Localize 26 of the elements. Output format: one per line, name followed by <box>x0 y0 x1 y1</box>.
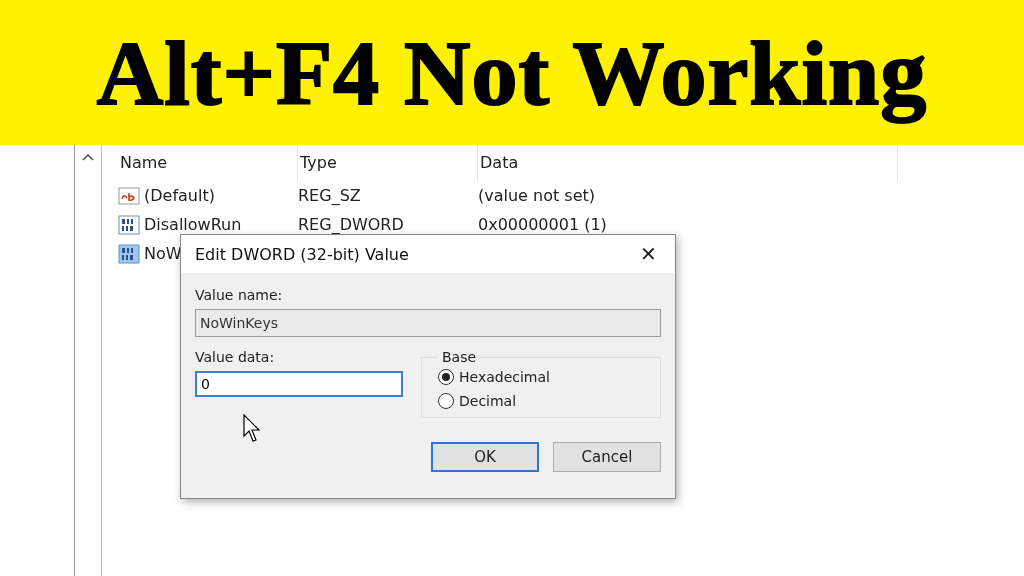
banner-title: Alt+F4 Not Working <box>96 20 928 126</box>
close-button[interactable]: ✕ <box>636 242 661 266</box>
value-name: DisallowRun <box>144 215 242 234</box>
radio-icon[interactable] <box>438 369 454 385</box>
column-header[interactable]: Data <box>478 145 898 181</box>
value-name: (Default) <box>144 186 215 205</box>
value-data: (value not set) <box>478 186 596 205</box>
value-type: REG_DWORD <box>298 215 405 234</box>
field-label: Value data: <box>195 349 276 365</box>
radio-icon[interactable] <box>438 393 454 409</box>
value-name-field[interactable]: NoWinKeys <box>195 309 661 337</box>
value-data: 0x00000001 (1) <box>478 215 608 234</box>
radio-option[interactable]: Hexadecimal <box>438 369 644 385</box>
mouse-pointer-icon <box>243 414 263 444</box>
scroll-up-icon[interactable] <box>82 153 94 161</box>
value-type: REG_SZ <box>298 186 362 205</box>
dialog-button[interactable]: OK <box>431 442 539 472</box>
dialog-button[interactable]: Cancel <box>553 442 661 472</box>
field-label: Value name: <box>195 287 284 303</box>
radio-option[interactable]: Decimal <box>438 393 644 409</box>
column-header[interactable]: Name <box>118 145 298 181</box>
value-name: NoW <box>144 244 182 263</box>
column-header[interactable]: Type <box>298 145 478 181</box>
value-data-field[interactable]: 0 <box>195 371 403 397</box>
group-label: Base <box>441 349 478 365</box>
dialog-title: Edit DWORD (32-bit) Value <box>195 244 409 264</box>
